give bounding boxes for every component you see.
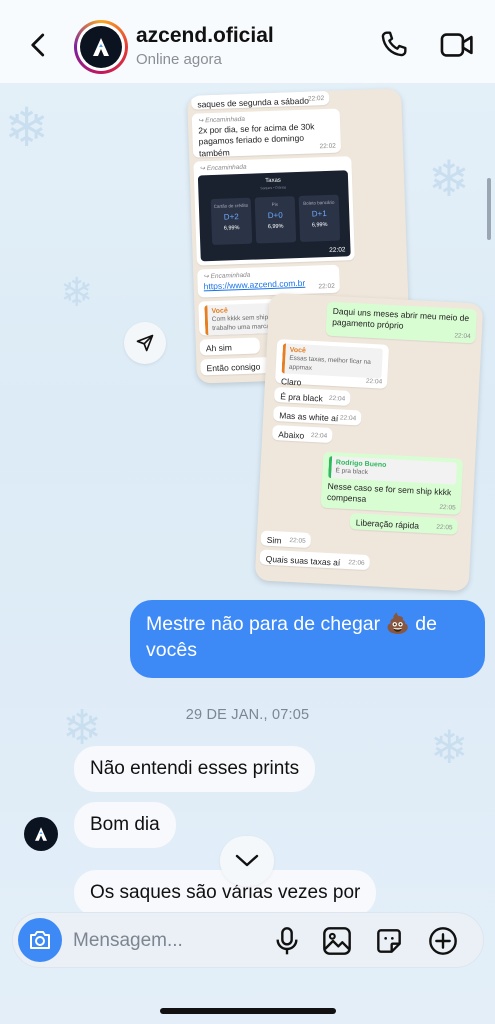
scroll-down-button[interactable]: [220, 836, 274, 886]
date-separator: 29 DE JAN., 07:05: [185, 707, 310, 723]
camera-icon: [30, 931, 50, 949]
profile-avatar[interactable]: [74, 20, 128, 74]
add-icon[interactable]: [427, 925, 459, 957]
chat-header: azcend.oficial Online agora: [0, 0, 495, 84]
wa-message: Mas as white aí 22:04: [272, 405, 362, 426]
incoming-message[interactable]: Bom dia: [74, 802, 176, 848]
home-indicator[interactable]: [160, 1008, 336, 1014]
message-composer: [12, 912, 484, 968]
microphone-icon[interactable]: [271, 925, 303, 957]
snowflake-decor: ❄: [60, 270, 94, 316]
sticker-icon[interactable]: [373, 925, 405, 957]
wa-message: É pra black 22:04: [273, 386, 351, 406]
wa-link-message: ↪ Encaminhada https://www.azcend.com.br …: [197, 264, 341, 298]
brand-logo-icon: [35, 827, 47, 841]
wa-message-out: Liberação rápida 22:05: [349, 513, 459, 535]
sender-avatar[interactable]: [24, 817, 58, 851]
wa-reply-message-out: Rodrigo Bueno É pra black Nesse caso se f…: [320, 451, 464, 515]
wa-reply-message: Você Essas taxas, melhor ficar na appmax …: [274, 339, 390, 389]
tax-box-boleto: Boleto bancário D+1 6,99%: [298, 194, 341, 242]
wa-message: Sim 22:05: [260, 530, 312, 549]
wa-forwarded-message: ↪ Encaminhada 2x por dia, se for acima d…: [191, 108, 342, 158]
wa-message: Então consigo: [200, 357, 271, 376]
snowflake-decor: ❄: [428, 150, 470, 208]
brand-logo-icon: [93, 38, 109, 56]
message-input[interactable]: [73, 927, 263, 955]
incoming-message[interactable]: Não entendi esses prints: [74, 746, 316, 792]
send-icon: [136, 334, 154, 352]
camera-button[interactable]: [18, 918, 62, 962]
scrollbar[interactable]: [487, 178, 491, 240]
wa-message: saques de segunda a sábado 22:02: [191, 90, 330, 110]
tax-panel: Taxas Saques • Diárias Cartão de crédito…: [197, 170, 351, 262]
phone-call-icon[interactable]: [378, 28, 410, 60]
shared-screenshot-2[interactable]: Daqui uns meses abrir meu meio de pagame…: [254, 292, 484, 592]
snowflake-decor: ❄: [430, 720, 469, 774]
wa-message: Ah sim: [199, 337, 261, 356]
wa-message: Abaixo 22:04: [271, 424, 333, 444]
tax-box-credit: Cartão de crédito D+2 6,99%: [210, 197, 253, 246]
gallery-icon[interactable]: [321, 925, 353, 957]
wa-message: Quais suas taxas aí 22:06: [259, 549, 371, 571]
contact-name[interactable]: azcend.oficial: [136, 24, 274, 48]
wa-forwarded-image: ↪ Encaminhada Taxas Saques • Diárias Car…: [193, 156, 355, 266]
video-call-icon[interactable]: [440, 30, 474, 60]
tax-box-pix: Pix D+0 6,99%: [254, 196, 297, 244]
chevron-down-icon: [235, 854, 259, 867]
wa-message-out: Daqui uns meses abrir meu meio de pagame…: [325, 301, 478, 344]
back-icon[interactable]: [24, 30, 54, 60]
snowflake-decor: ❄: [4, 96, 50, 159]
outgoing-message[interactable]: Mestre não para de chegar 💩 de vocês: [130, 600, 485, 678]
contact-status: Online agora: [136, 51, 222, 68]
share-button[interactable]: [124, 322, 166, 364]
